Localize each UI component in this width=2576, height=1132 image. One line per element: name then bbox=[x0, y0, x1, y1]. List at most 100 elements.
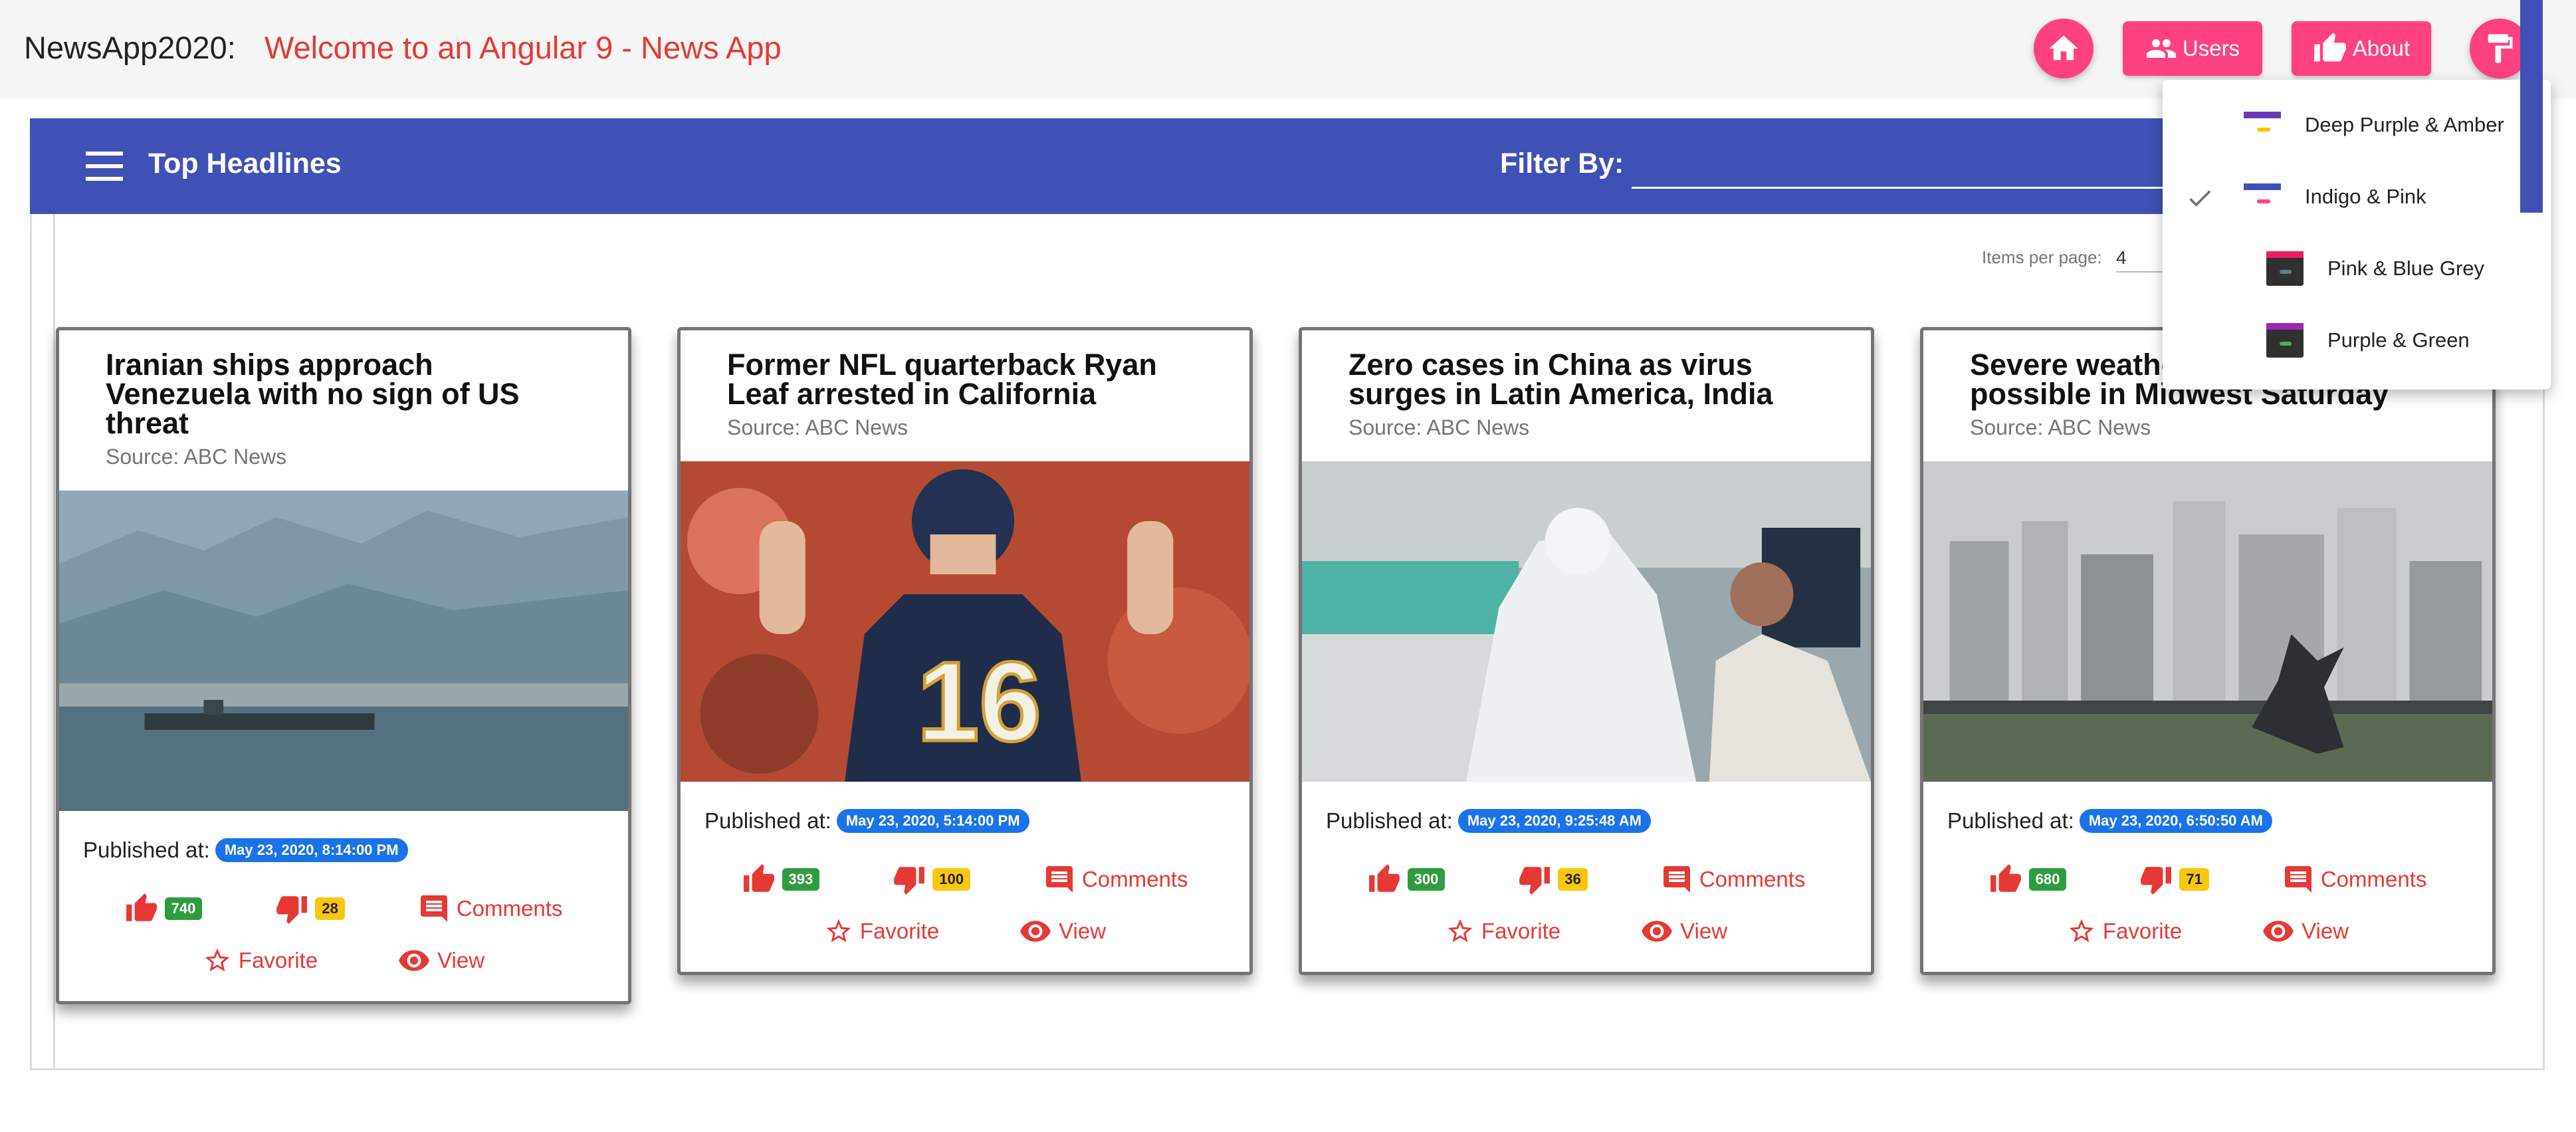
favorite-label: Favorite bbox=[238, 948, 318, 972]
favorite-button[interactable]: Favorite bbox=[824, 915, 939, 948]
dislike-button[interactable]: 36 bbox=[1518, 863, 1588, 896]
app-brand: NewsApp2020: bbox=[24, 30, 236, 65]
favorite-button[interactable]: Favorite bbox=[203, 944, 318, 977]
like-button[interactable]: 300 bbox=[1368, 863, 1446, 896]
favorite-label: Favorite bbox=[2102, 919, 2183, 943]
toolbar-title: Top Headlines bbox=[148, 148, 342, 179]
dislike-count: 36 bbox=[1558, 868, 1588, 891]
favorite-label: Favorite bbox=[859, 919, 940, 943]
home-button[interactable] bbox=[2034, 19, 2093, 78]
dislike-count: 71 bbox=[2179, 868, 2209, 891]
thumb-down-icon bbox=[894, 867, 925, 895]
comment-icon bbox=[420, 895, 447, 922]
card-image bbox=[59, 491, 628, 811]
view-button[interactable]: View bbox=[2262, 915, 2349, 948]
view-label: View bbox=[1680, 919, 1728, 943]
comments-label: Comments bbox=[1699, 867, 1806, 891]
card-source: Source: ABC News bbox=[1348, 415, 1530, 439]
users-button[interactable]: Users bbox=[2123, 21, 2262, 76]
favorite-button[interactable]: Favorite bbox=[2067, 915, 2182, 948]
view-button[interactable]: View bbox=[1019, 915, 1106, 948]
about-button[interactable]: About bbox=[2292, 21, 2431, 76]
like-button[interactable]: 740 bbox=[125, 892, 203, 925]
view-label: View bbox=[2302, 919, 2349, 943]
format-paint-icon bbox=[2488, 34, 2513, 63]
thumb-up-icon bbox=[126, 893, 157, 921]
favorite-label: Favorite bbox=[1481, 919, 1561, 943]
eye-icon bbox=[1642, 921, 1673, 942]
card-title: Iranian ships approach Venezuela with no… bbox=[106, 348, 520, 440]
published-date-chip: May 23, 2020, 9:25:48 AM bbox=[1457, 809, 1651, 833]
theme-swatch bbox=[2244, 179, 2281, 214]
star-outline-icon bbox=[826, 919, 851, 943]
thumb-up-icon bbox=[743, 864, 774, 892]
theme-swatch bbox=[2244, 108, 2281, 142]
theme-option-label: Pink & Blue Grey bbox=[2327, 257, 2485, 280]
svg-text:16: 16 bbox=[917, 638, 1041, 764]
published-label: Published at: bbox=[1947, 808, 2074, 833]
theme-option-deep-purple-amber[interactable]: Deep Purple & Amber bbox=[2163, 89, 2551, 161]
comments-label: Comments bbox=[1081, 867, 1188, 891]
dislike-button[interactable]: 28 bbox=[275, 892, 345, 925]
like-count: 680 bbox=[2028, 868, 2067, 891]
comment-icon bbox=[1045, 866, 1073, 893]
view-button[interactable]: View bbox=[1640, 915, 1727, 948]
menu-scrollbar[interactable] bbox=[2520, 0, 2543, 213]
star-outline-icon bbox=[2069, 919, 2094, 943]
like-count: 740 bbox=[164, 897, 203, 920]
menu-icon[interactable] bbox=[86, 152, 123, 181]
published-label: Published at: bbox=[704, 808, 831, 833]
welcome-message: Welcome to an Angular 9 - News App bbox=[265, 30, 782, 65]
like-button[interactable]: 393 bbox=[742, 863, 820, 896]
favorite-button[interactable]: Favorite bbox=[1446, 915, 1560, 948]
theme-swatch bbox=[2266, 251, 2304, 286]
comments-button[interactable]: Comments bbox=[1661, 863, 1806, 896]
theme-option-label: Purple & Green bbox=[2327, 328, 2470, 352]
content-divider bbox=[53, 214, 55, 1070]
news-card: Iranian ships approach Venezuela with no… bbox=[56, 327, 631, 1004]
dislike-button[interactable]: 100 bbox=[893, 863, 970, 896]
eye-icon bbox=[1020, 921, 1051, 942]
view-button[interactable]: View bbox=[397, 944, 484, 977]
card-source: Source: ABC News bbox=[727, 415, 909, 439]
view-label: View bbox=[1059, 919, 1107, 943]
thumb-down-icon bbox=[2141, 867, 2172, 895]
thumb-up-icon bbox=[1990, 864, 2021, 892]
comment-icon bbox=[2284, 866, 2311, 893]
like-count: 393 bbox=[782, 868, 820, 891]
eye-icon bbox=[2263, 921, 2294, 942]
card-title: Former NFL quarterback Ryan Leaf arreste… bbox=[727, 348, 1157, 411]
theme-option-pink-blue-grey[interactable]: Pink & Blue Grey bbox=[2163, 233, 2551, 304]
comments-label: Comments bbox=[2320, 867, 2427, 891]
news-card: Former NFL quarterback Ryan Leaf arreste… bbox=[677, 327, 1253, 975]
theme-menu: Deep Purple & Amber Indigo & Pink Pink &… bbox=[2163, 80, 2551, 390]
home-icon bbox=[2049, 35, 2078, 60]
news-card: Zero cases in China as virus surges in L… bbox=[1299, 327, 1874, 975]
star-outline-icon bbox=[1448, 919, 1473, 943]
thumb-up-icon bbox=[2314, 33, 2346, 62]
comments-label: Comments bbox=[456, 896, 563, 921]
view-label: View bbox=[437, 948, 485, 972]
items-per-page-label: Items per page: bbox=[1982, 247, 2102, 267]
comments-button[interactable]: Comments bbox=[418, 892, 563, 925]
like-button[interactable]: 680 bbox=[1989, 863, 2067, 896]
comments-button[interactable]: Comments bbox=[1043, 863, 1188, 896]
check-icon bbox=[2189, 190, 2211, 207]
dislike-button[interactable]: 71 bbox=[2139, 863, 2209, 896]
comment-icon bbox=[1663, 866, 1690, 893]
card-image bbox=[1923, 461, 2492, 782]
thumb-up-icon bbox=[1368, 864, 1400, 892]
star-outline-icon bbox=[205, 948, 230, 972]
theme-option-label: Deep Purple & Amber bbox=[2305, 113, 2504, 136]
group-icon bbox=[2146, 39, 2176, 58]
theme-option-purple-green[interactable]: Purple & Green bbox=[2163, 304, 2551, 376]
published-date-chip: May 23, 2020, 6:50:50 AM bbox=[2079, 809, 2272, 833]
theme-option-indigo-pink[interactable]: Indigo & Pink bbox=[2163, 161, 2551, 233]
thumb-down-icon bbox=[1519, 867, 1551, 895]
card-image: 16 bbox=[681, 461, 1249, 782]
comments-button[interactable]: Comments bbox=[2282, 863, 2427, 896]
published-date-chip: May 23, 2020, 8:14:00 PM bbox=[215, 838, 408, 862]
news-card: Severe weather tornado threat possible i… bbox=[1920, 327, 2496, 975]
about-label: About bbox=[2352, 36, 2411, 60]
published-date-chip: May 23, 2020, 5:14:00 PM bbox=[836, 809, 1029, 833]
